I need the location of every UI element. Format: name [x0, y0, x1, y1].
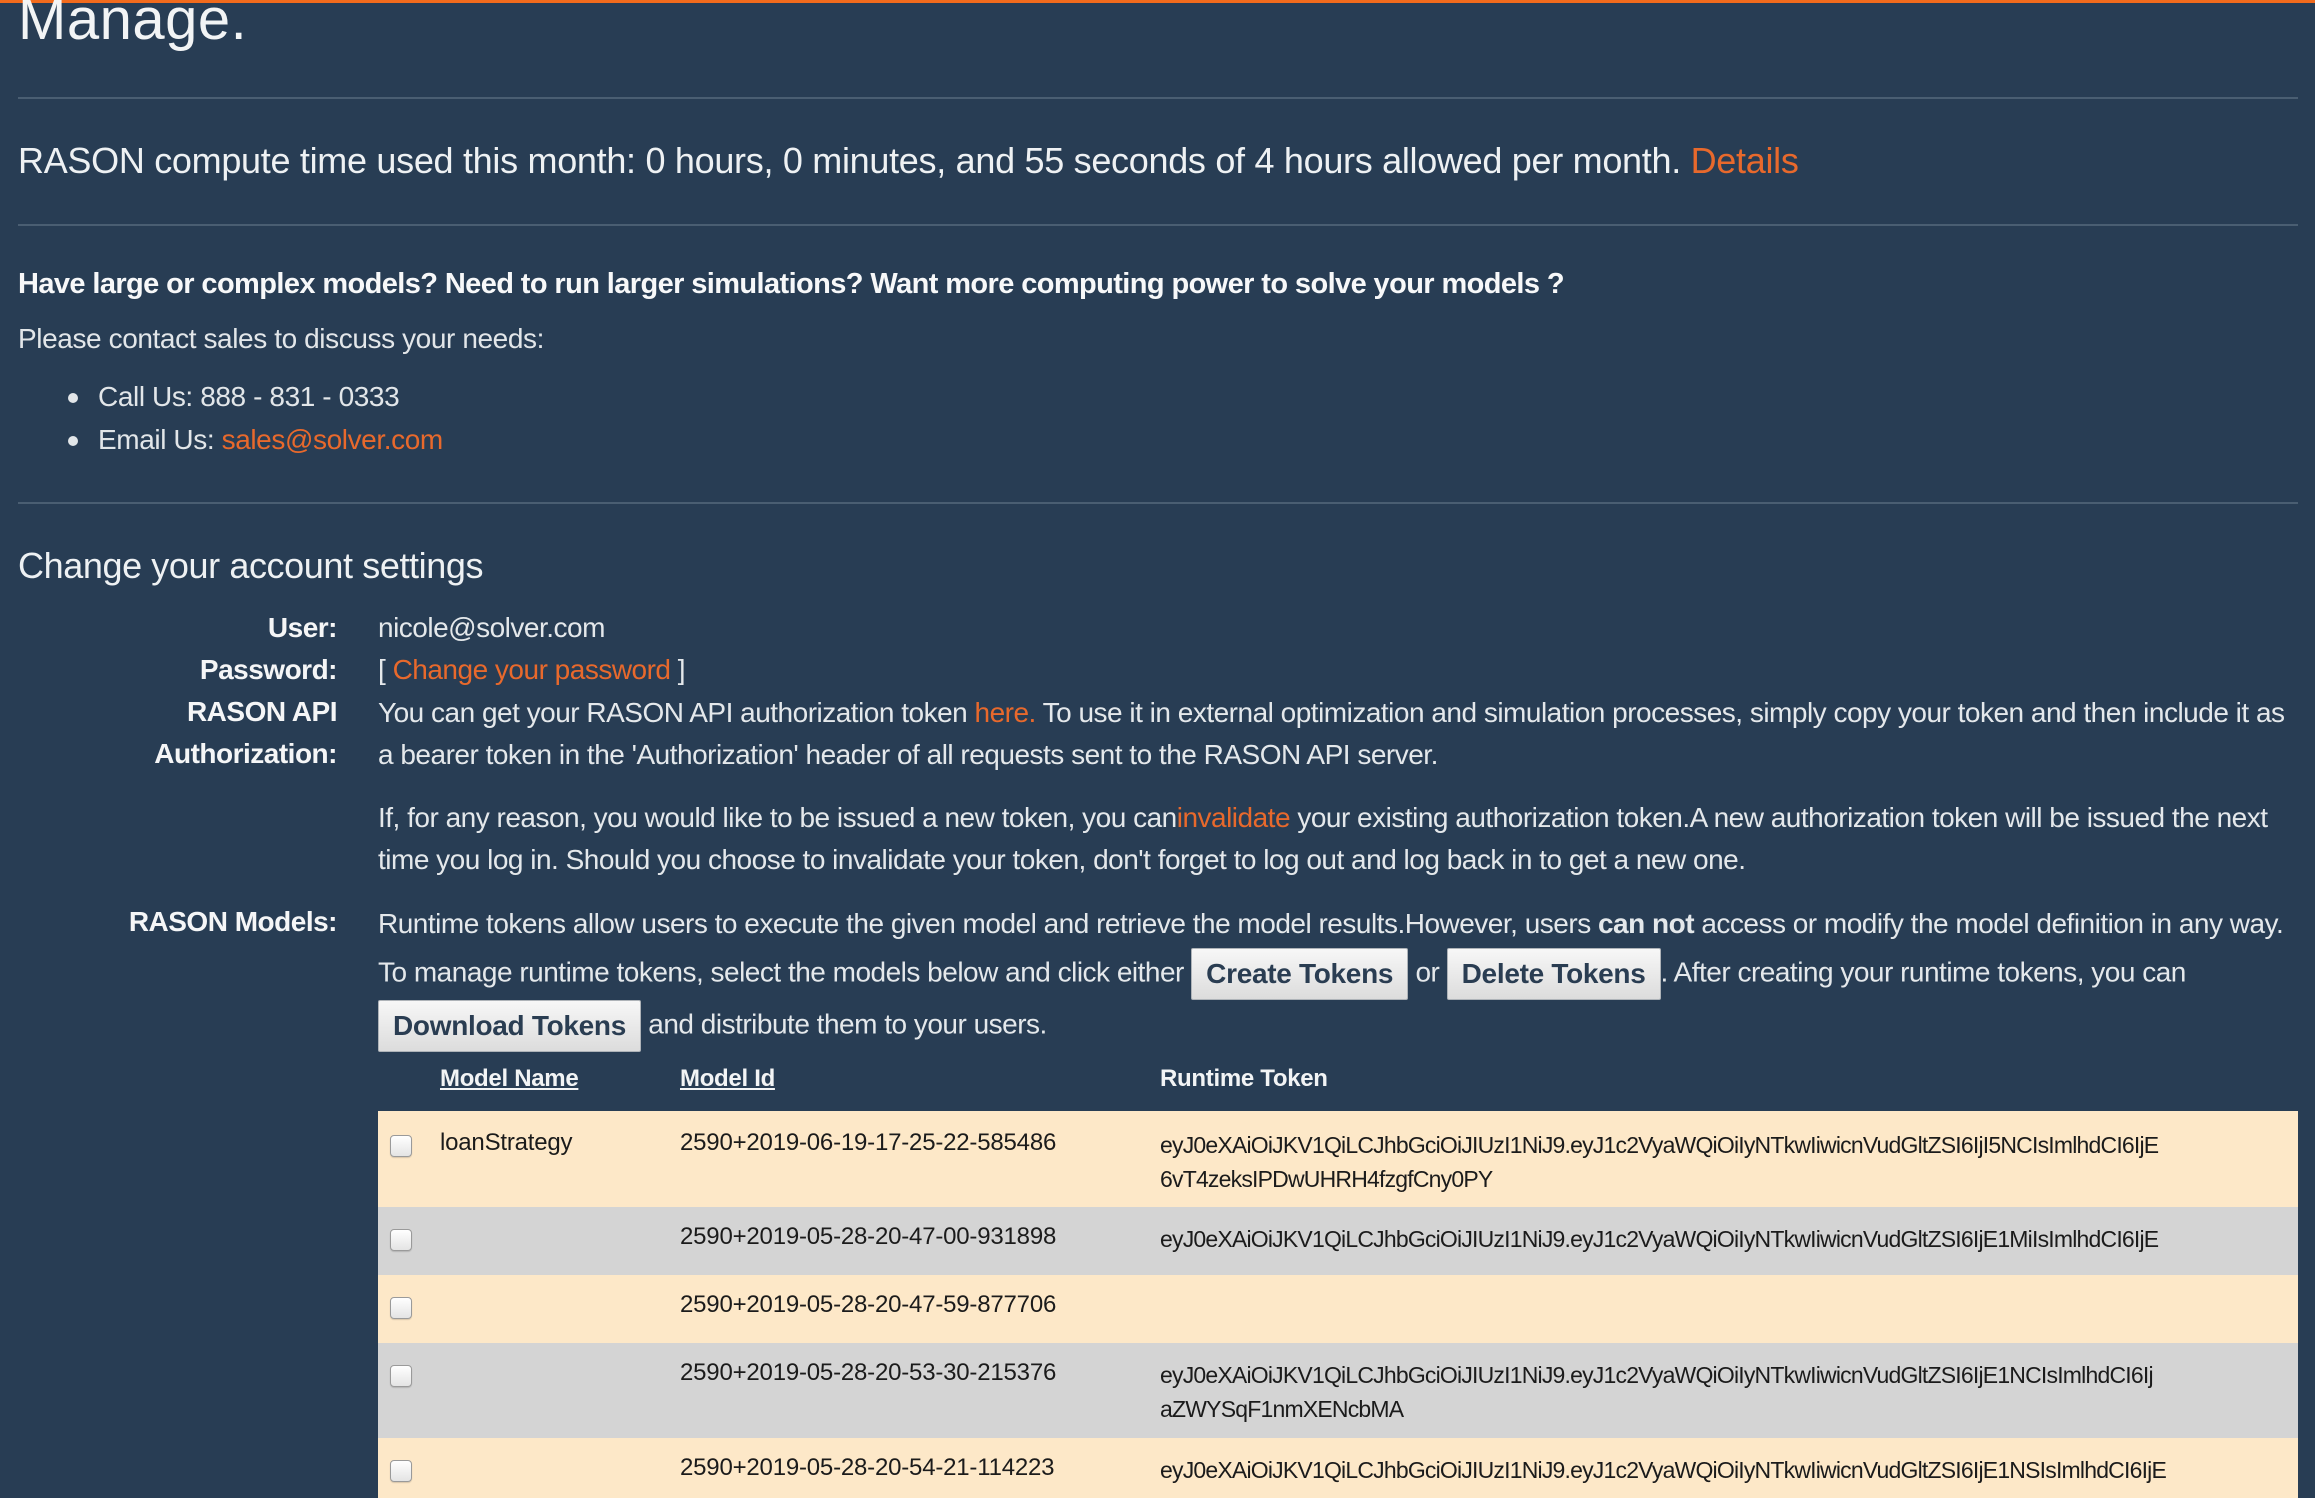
row-checkbox[interactable]	[390, 1229, 412, 1251]
model-id: 2590+2019-05-28-20-47-00-931898	[680, 1223, 1057, 1250]
models-description: Runtime tokens allow users to execute th…	[378, 900, 2288, 1052]
column-header-model-name[interactable]: Model Name	[440, 1065, 579, 1093]
bracket-close: ]	[677, 654, 686, 685]
token-line: aZWYSqF1nmXENcbMA	[1160, 1396, 1404, 1422]
token-line: eyJ0eXAiOiJKV1QiLCJhbGciOiJIUzI1NiJ9.eyJ…	[1160, 1457, 2167, 1483]
table-row: 2590+2019-05-28-20-53-30-215376 eyJ0eXAi…	[378, 1343, 2298, 1438]
table-row: 2590+2019-05-28-20-47-00-931898 eyJ0eXAi…	[378, 1207, 2298, 1275]
runtime-token: eyJ0eXAiOiJKV1QiLCJhbGciOiJIUzI1NiJ9.eyJ…	[1160, 1358, 2154, 1426]
email-us-item: Email Us: sales@solver.com	[68, 424, 444, 456]
sales-headline: Have large or complex models? Need to ru…	[18, 268, 1565, 300]
api-text: You can get your RASON API authorization…	[378, 697, 968, 728]
token-line: eyJ0eXAiOiJKV1QiLCJhbGciOiJIUzI1NiJ9.eyJ…	[1160, 1132, 2159, 1158]
user-label: User:	[267, 612, 338, 643]
divider	[18, 97, 2298, 99]
usage-details-link[interactable]: Details	[1691, 140, 1799, 181]
change-password-link[interactable]: Change your password	[393, 654, 671, 685]
section-title: Change your account settings	[18, 545, 484, 586]
column-header-model-id[interactable]: Model Id	[680, 1065, 775, 1093]
row-checkbox[interactable]	[390, 1365, 412, 1387]
token-line: eyJ0eXAiOiJKV1QiLCJhbGciOiJIUzI1NiJ9.eyJ…	[1160, 1226, 2159, 1252]
usage-text: RASON compute time used this month: 0 ho…	[18, 140, 1681, 181]
download-tokens-button[interactable]: Download Tokens	[378, 1000, 641, 1052]
runtime-token: eyJ0eXAiOiJKV1QiLCJhbGciOiJIUzI1NiJ9.eyJ…	[1160, 1222, 2159, 1256]
usage-summary: RASON compute time used this month: 0 ho…	[18, 140, 1799, 182]
bullet-icon	[68, 393, 78, 403]
create-tokens-button[interactable]: Create Tokens	[1191, 948, 1409, 1000]
page-title: Manage.	[18, 0, 248, 52]
model-id: 2590+2019-05-28-20-53-30-215376	[680, 1359, 1057, 1386]
table-row: loanStrategy 2590+2019-06-19-17-25-22-58…	[378, 1111, 2298, 1207]
model-id: 2590+2019-06-19-17-25-22-585486	[680, 1129, 1057, 1156]
table-row: 2590+2019-05-28-20-47-59-877706	[378, 1275, 2298, 1343]
table-row: 2590+2019-05-28-20-54-21-114223 eyJ0eXAi…	[378, 1438, 2298, 1498]
column-header-runtime-token: Runtime Token	[1160, 1065, 1328, 1092]
models-text-bold: can not	[1597, 908, 1695, 939]
api-label-line2: Authorization:	[154, 738, 337, 769]
models-text: . After creating your runtime tokens, yo…	[1660, 956, 2187, 988]
models-text: and distribute them to your users.	[648, 1008, 1047, 1040]
divider	[18, 502, 2298, 504]
invalidate-description: If, for any reason, you would like to be…	[378, 797, 2288, 881]
delete-tokens-button[interactable]: Delete Tokens	[1446, 948, 1661, 1000]
row-checkbox[interactable]	[390, 1135, 412, 1157]
api-label-line1: RASON API	[186, 696, 338, 727]
top-accent-bar	[0, 0, 2315, 3]
models-text: or	[1415, 956, 1440, 988]
row-checkbox[interactable]	[390, 1297, 412, 1319]
token-line: 6vT4zeksIPDwUHRH4fzgfCny0PY	[1160, 1166, 1493, 1192]
get-token-here-link[interactable]: here.	[975, 697, 1037, 728]
model-id: 2590+2019-05-28-20-54-21-114223	[680, 1454, 1055, 1481]
token-line: eyJ0eXAiOiJKV1QiLCJhbGciOiJIUzI1NiJ9.eyJ…	[1160, 1362, 2154, 1388]
call-us-item: Call Us: 888 - 831 - 0333	[68, 381, 400, 413]
user-value: nicole@solver.com	[378, 612, 605, 643]
divider	[18, 224, 2298, 226]
bullet-icon	[68, 436, 78, 446]
email-us-label: Email Us:	[98, 424, 215, 455]
call-us-text: Call Us: 888 - 831 - 0333	[98, 381, 400, 412]
bracket-open: [	[378, 654, 386, 685]
invalidate-token-link[interactable]: invalidate	[1177, 802, 1291, 833]
models-text: Runtime tokens allow users to execute th…	[378, 908, 1591, 939]
models-table: loanStrategy 2590+2019-06-19-17-25-22-58…	[378, 1111, 2298, 1498]
password-label: Password:	[199, 654, 338, 685]
api-auth-description: You can get your RASON API authorization…	[378, 692, 2288, 776]
runtime-token: eyJ0eXAiOiJKV1QiLCJhbGciOiJIUzI1NiJ9.eyJ…	[1160, 1453, 2167, 1487]
models-label: RASON Models:	[128, 906, 338, 937]
model-id: 2590+2019-05-28-20-47-59-877706	[680, 1291, 1057, 1318]
sales-intro: Please contact sales to discuss your nee…	[18, 323, 544, 354]
sales-email-link[interactable]: sales@solver.com	[222, 424, 444, 455]
model-name: loanStrategy	[440, 1129, 573, 1156]
row-checkbox[interactable]	[390, 1460, 412, 1482]
runtime-token: eyJ0eXAiOiJKV1QiLCJhbGciOiJIUzI1NiJ9.eyJ…	[1160, 1128, 2159, 1196]
invalidate-text: If, for any reason, you would like to be…	[378, 802, 1177, 833]
password-field: [ Change your password ]	[378, 654, 686, 686]
